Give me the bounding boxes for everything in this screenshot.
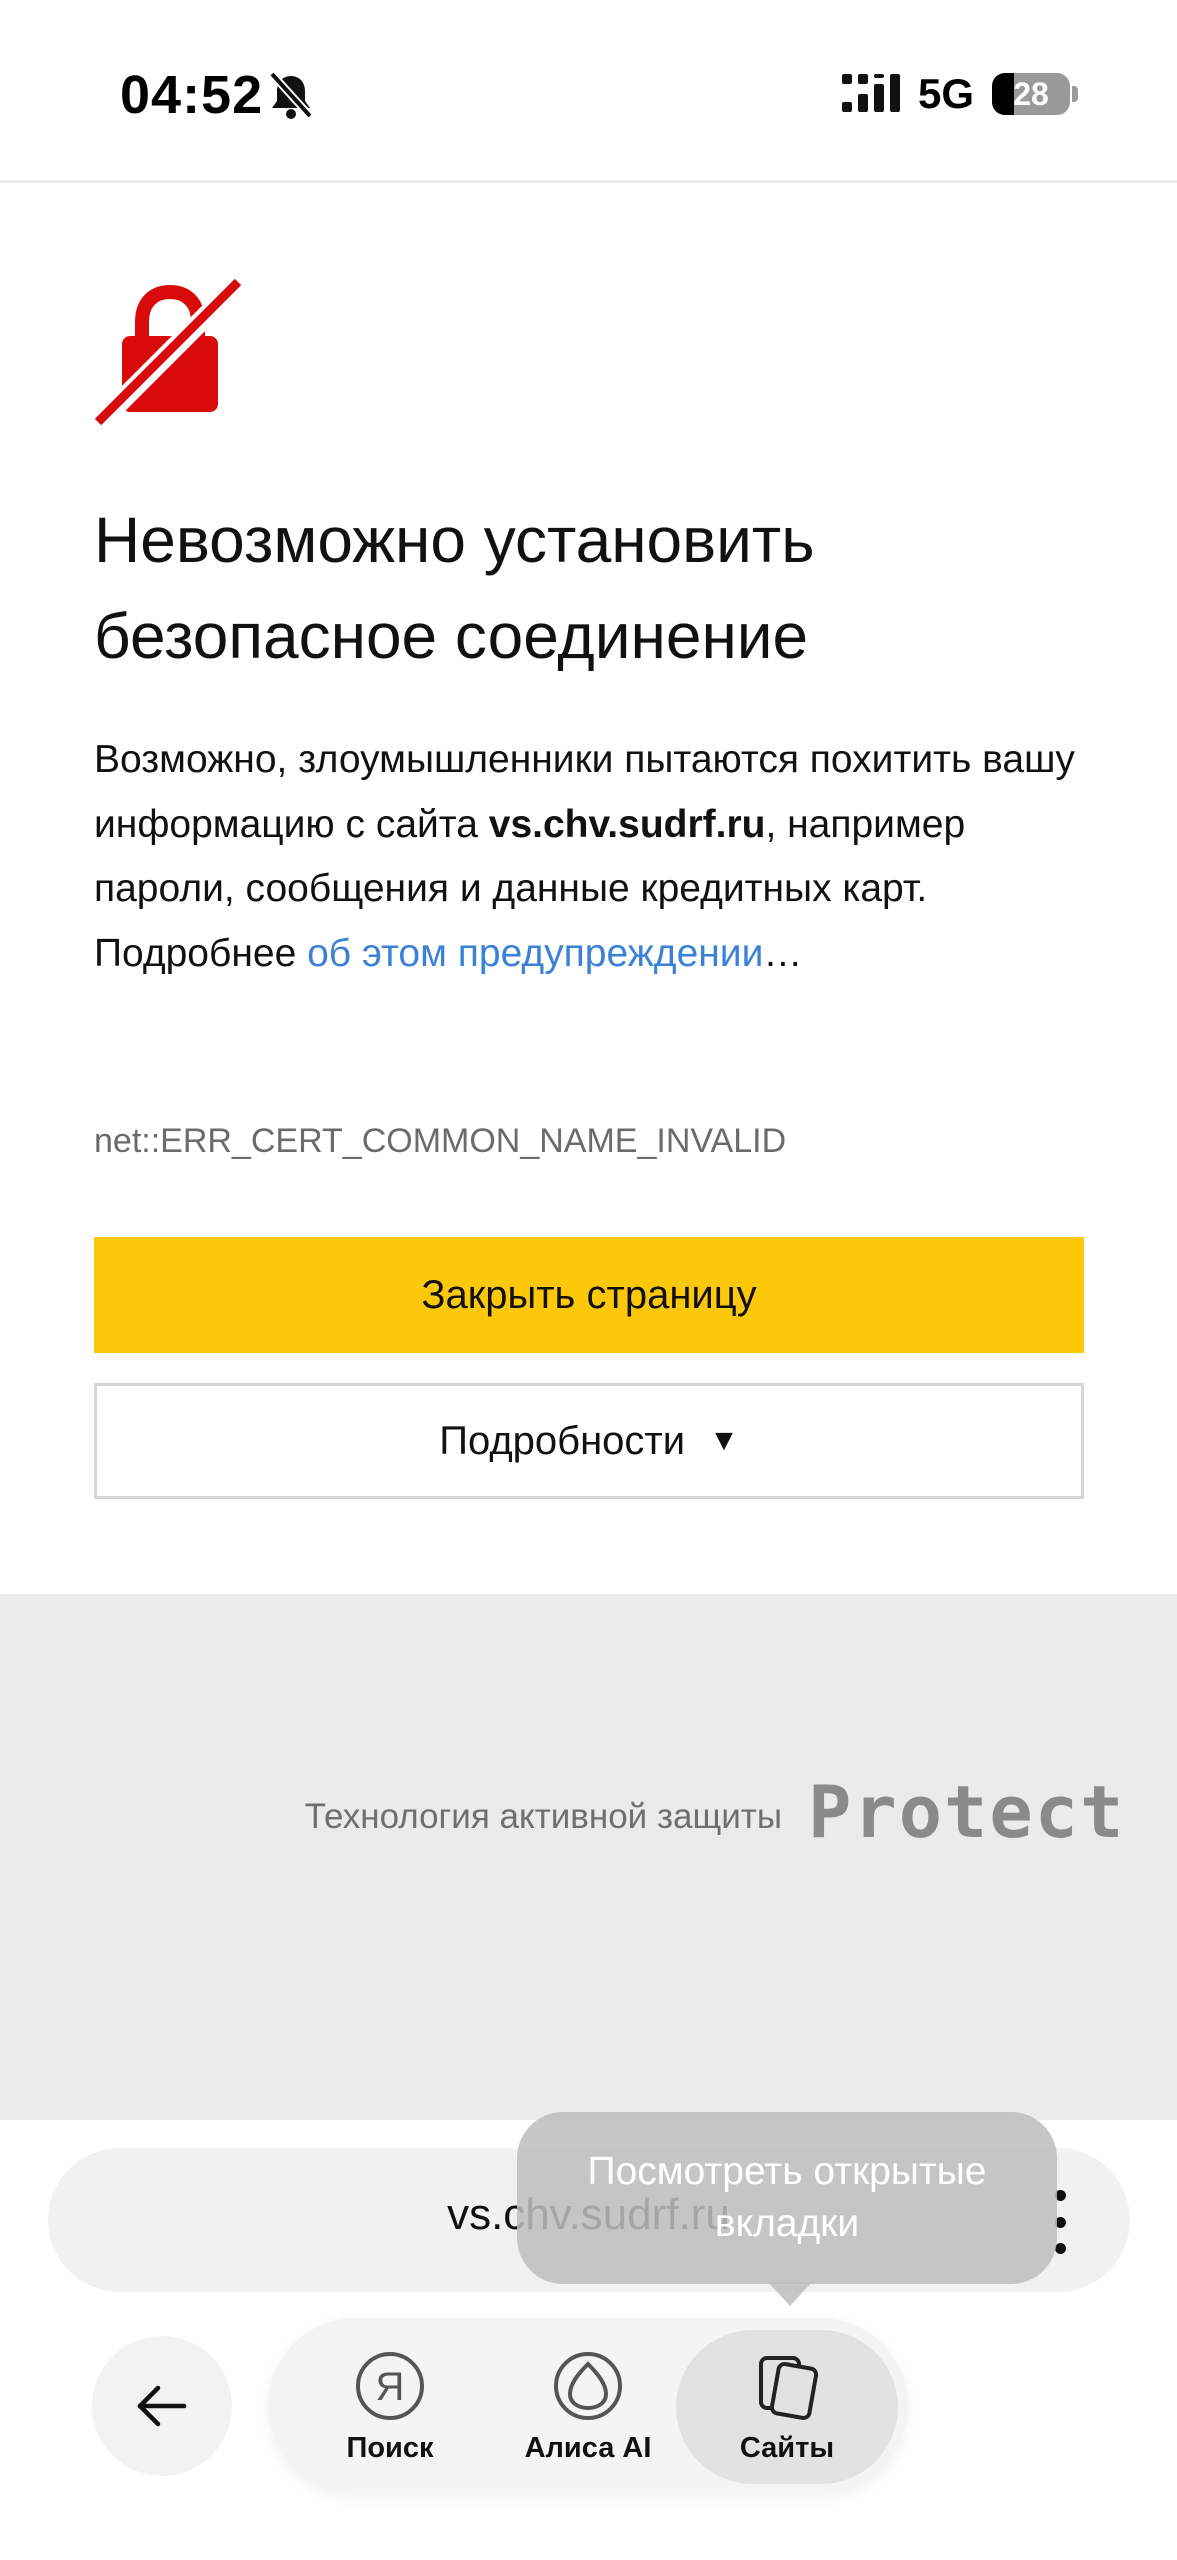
caret-down-icon: ▼ [709, 1424, 739, 1457]
error-code: net::ERR_CERT_COMMON_NAME_INVALID [94, 1122, 787, 1160]
nav-sites-label: Сайты [739, 2432, 835, 2464]
close-page-button[interactable]: Закрыть страницу [94, 1237, 1084, 1353]
page-title: Невозможно установить безопасное соедине… [94, 504, 815, 672]
site-domain: vs.chv.sudrf.ru [488, 802, 766, 846]
svg-text:Я: Я [376, 2365, 405, 2409]
status-time: 04:52 [120, 65, 264, 125]
bell-slash-icon [269, 71, 313, 119]
nav-search-label: Поиск [346, 2432, 434, 2464]
battery-icon: 28 [992, 73, 1070, 115]
nav-alice[interactable]: Алиса AI [508, 2328, 668, 2484]
close-page-label: Закрыть страницу [421, 1272, 757, 1317]
nav-alice-label: Алиса AI [524, 2432, 652, 2464]
battery-level: 28 [1013, 76, 1049, 112]
learn-more-link[interactable]: об этом предупреждении [307, 932, 763, 975]
cellular-signal-icon [842, 74, 900, 112]
nav-sites[interactable]: Сайты [712, 2328, 862, 2484]
tabs-icon [759, 2356, 819, 2420]
nav-search[interactable]: Я Поиск [318, 2328, 462, 2484]
arrow-left-icon [137, 2385, 187, 2427]
yandex-search-icon: Я [356, 2352, 424, 2420]
back-button[interactable] [92, 2336, 232, 2476]
network-type: 5G [918, 70, 975, 117]
tabs-tooltip: Посмотреть открытые вкладки [517, 2112, 1057, 2284]
alice-ai-icon [554, 2352, 622, 2420]
broken-lock-icon [94, 278, 244, 428]
protect-panel [0, 1594, 1177, 2120]
protect-logo: Protect [808, 1770, 1126, 1854]
error-description: Возможно, злоумышленники пытаются похити… [94, 728, 1094, 986]
battery-tip [1072, 86, 1078, 102]
details-label: Подробности [439, 1418, 686, 1463]
tooltip-arrow [768, 2282, 812, 2306]
details-button[interactable]: Подробности ▼ [94, 1383, 1084, 1499]
protect-caption: Технология активной защиты [304, 1797, 782, 1836]
description-ellipsis: … [763, 931, 803, 975]
status-bar: 04:52 5G 28 [0, 0, 1177, 183]
